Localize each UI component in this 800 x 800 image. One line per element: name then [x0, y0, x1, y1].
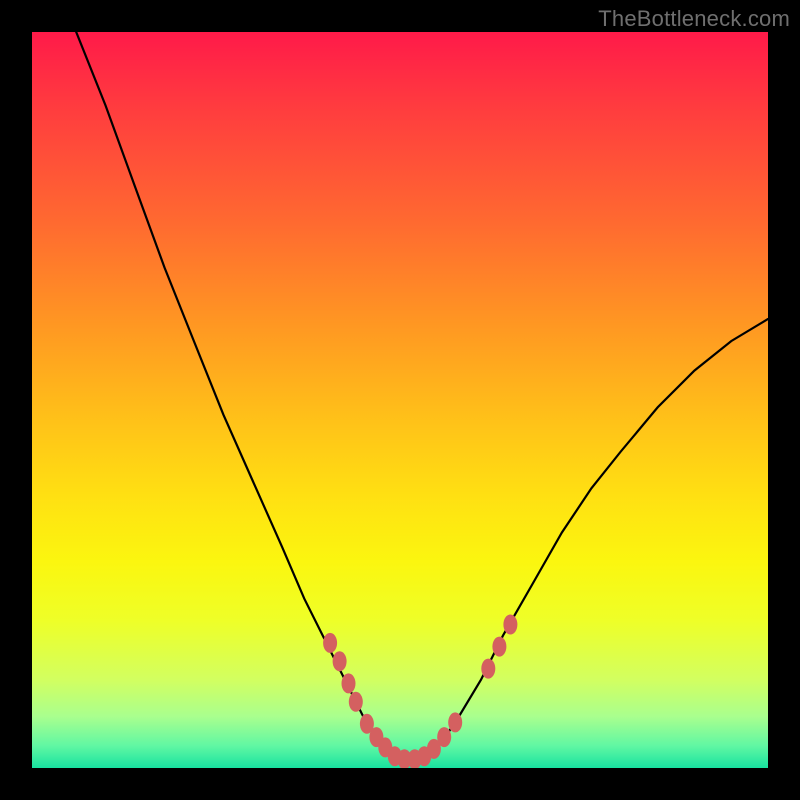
watermark-label: TheBottleneck.com [598, 6, 790, 32]
marker-dot [333, 651, 347, 671]
chart-frame: TheBottleneck.com [0, 0, 800, 800]
marker-dot [437, 727, 451, 747]
marker-dot [349, 692, 363, 712]
curve-path [76, 32, 768, 761]
marker-dot [342, 673, 356, 693]
marker-dot [448, 712, 462, 732]
chart-svg [32, 32, 768, 768]
chart-plot-area [32, 32, 768, 768]
marker-dot [503, 615, 517, 635]
marker-dot [481, 659, 495, 679]
marker-dot [323, 633, 337, 653]
marker-dot [492, 637, 506, 657]
marker-group [323, 615, 517, 769]
